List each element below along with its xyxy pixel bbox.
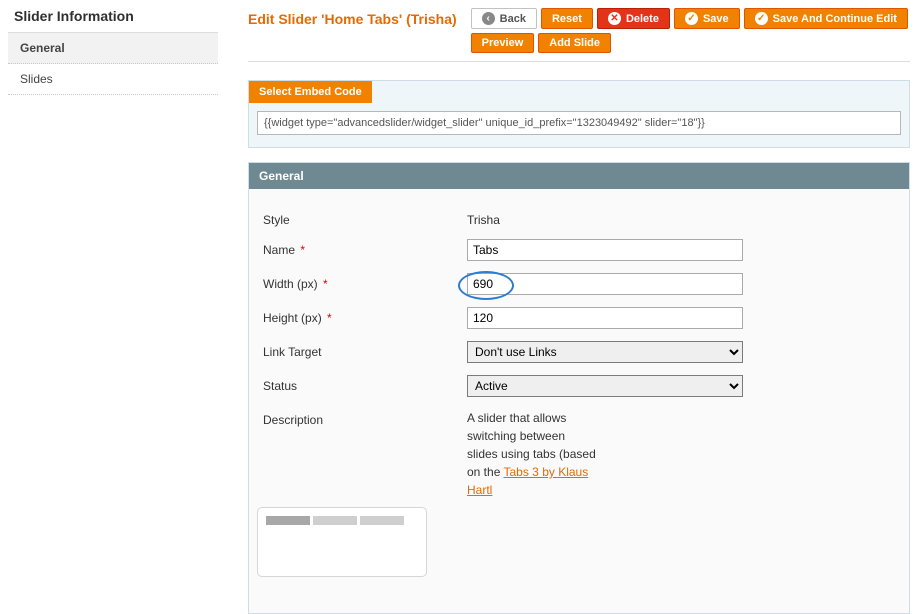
reset-button[interactable]: Reset: [541, 8, 593, 29]
preview-button[interactable]: Preview: [471, 33, 535, 53]
embed-panel: Select Embed Code: [248, 80, 910, 148]
row-description: Description A slider that allows switchi…: [257, 403, 901, 505]
row-height: Height (px) *: [257, 301, 901, 335]
thumbnail-tabs-icon: [266, 516, 418, 525]
save-button[interactable]: ✓ Save: [674, 8, 740, 29]
label-style: Style: [257, 209, 467, 227]
delete-button-label: Delete: [626, 13, 659, 25]
back-button-label: Back: [500, 13, 526, 25]
label-name: Name *: [257, 239, 467, 257]
panel-heading: General: [249, 163, 909, 189]
label-status: Status: [257, 375, 467, 393]
width-input[interactable]: [467, 273, 743, 295]
titlebar: Edit Slider 'Home Tabs' (Trisha) ‹ Back R…: [248, 8, 910, 53]
description-text: A slider that allows switching between s…: [467, 409, 597, 499]
general-panel: General Style Trisha Name * Width (px) *…: [248, 162, 910, 614]
row-width: Width (px) *: [257, 267, 901, 301]
row-name: Name *: [257, 233, 901, 267]
sidebar-title: Slider Information: [8, 8, 218, 33]
label-height: Height (px) *: [257, 307, 467, 325]
row-status: Status Active: [257, 369, 901, 403]
label-link-target: Link Target: [257, 341, 467, 359]
embed-code-input[interactable]: [257, 111, 901, 135]
embed-heading: Select Embed Code: [249, 81, 372, 103]
back-button[interactable]: ‹ Back: [471, 8, 537, 29]
page-title: Edit Slider 'Home Tabs' (Trisha): [248, 8, 457, 27]
save-button-label: Save: [703, 13, 729, 25]
required-asterisk: *: [298, 243, 305, 257]
value-style: Trisha: [467, 209, 901, 227]
name-input[interactable]: [467, 239, 743, 261]
row-thumb: [257, 501, 901, 583]
width-highlight: [467, 277, 743, 291]
save-continue-button[interactable]: ✓ Save And Continue Edit: [744, 8, 908, 29]
required-asterisk: *: [325, 311, 332, 325]
link-target-select[interactable]: Don't use Links: [467, 341, 743, 363]
delete-button[interactable]: ✕ Delete: [597, 8, 670, 29]
required-asterisk: *: [321, 277, 328, 291]
sidebar: Slider Information General Slides: [0, 0, 218, 614]
sidebar-tab-general[interactable]: General: [8, 33, 218, 64]
add-slide-button[interactable]: Add Slide: [538, 33, 611, 53]
height-input[interactable]: [467, 307, 743, 329]
row-link-target: Link Target Don't use Links: [257, 335, 901, 369]
check-icon: ✓: [755, 12, 768, 25]
divider: [248, 61, 910, 62]
form: Style Trisha Name * Width (px) * Height …: [249, 189, 909, 583]
action-buttons: ‹ Back Reset ✕ Delete ✓ Save ✓ Save And Cont…: [471, 8, 910, 53]
row-style: Style Trisha: [257, 203, 901, 233]
sidebar-tabs: General Slides: [8, 33, 218, 95]
sidebar-tab-slides[interactable]: Slides: [8, 64, 218, 95]
status-select[interactable]: Active: [467, 375, 743, 397]
label-description: Description: [257, 409, 467, 427]
save-continue-label: Save And Continue Edit: [773, 13, 897, 25]
check-icon: ✓: [685, 12, 698, 25]
main: Edit Slider 'Home Tabs' (Trisha) ‹ Back R…: [218, 0, 920, 614]
slider-thumbnail: [257, 507, 427, 577]
back-arrow-icon: ‹: [482, 12, 495, 25]
label-width: Width (px) *: [257, 273, 467, 291]
delete-x-icon: ✕: [608, 12, 621, 25]
